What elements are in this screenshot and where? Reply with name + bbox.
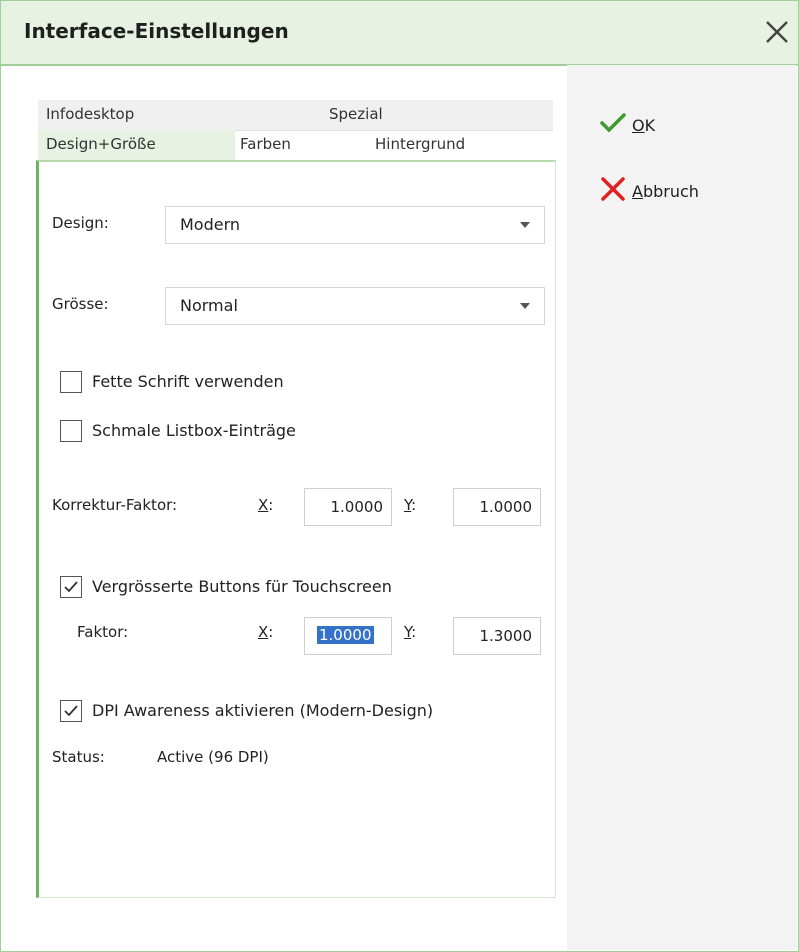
dpi-awareness-label: DPI Awareness aktivieren (Modern-Design) [92, 701, 434, 720]
correction-y-value: 1.0000 [479, 498, 533, 516]
touch-buttons-checkbox[interactable] [60, 576, 82, 598]
tab-infodesktop[interactable]: Infodesktop [46, 105, 134, 123]
touch-buttons-label: Vergrösserte Buttons für Touchscreen [92, 577, 392, 596]
status-label: Status: [52, 748, 105, 766]
correction-x-value: 1.0000 [330, 498, 384, 516]
size-value: Normal [180, 296, 238, 315]
design-label: Design: [52, 214, 109, 232]
tab-hintergrund[interactable]: Hintergrund [375, 135, 465, 153]
touch-x-value: 1.0000 [317, 626, 374, 644]
correction-factor-label: Korrektur-Faktor: [52, 496, 178, 514]
design-value: Modern [180, 215, 241, 234]
checkmark-icon [64, 705, 78, 717]
touch-x-label: X: [258, 623, 274, 641]
size-label: Grösse: [52, 295, 109, 313]
ok-mnemonic: O [632, 115, 645, 135]
correction-x-input[interactable]: 1.0000 [304, 488, 392, 526]
bold-font-label: Fette Schrift verwenden [92, 372, 284, 391]
dialog-title: Interface-Einstellungen [24, 19, 289, 43]
narrow-listbox-label: Schmale Listbox-Einträge [92, 421, 296, 440]
touch-factor-label: Faktor: [77, 623, 129, 641]
checkmark-icon [600, 112, 632, 138]
touch-x-input[interactable]: 1.0000 [304, 617, 392, 655]
cancel-button[interactable]: Abbruch [600, 176, 699, 206]
tab-spezial[interactable]: Spezial [329, 105, 383, 123]
ok-label-rest: K [644, 115, 656, 135]
size-dropdown[interactable]: Normal [165, 287, 545, 325]
tab-panel [36, 160, 556, 898]
status-value: Active (96 DPI) [157, 748, 269, 766]
narrow-listbox-checkbox[interactable] [60, 420, 82, 442]
bold-font-checkbox[interactable] [60, 371, 82, 393]
chevron-down-icon [520, 303, 530, 309]
correction-x-label: X: [258, 496, 274, 514]
close-x-icon [600, 176, 632, 206]
cancel-label-rest: bbruch [642, 181, 699, 201]
checkmark-icon [64, 581, 78, 593]
chevron-down-icon [520, 222, 530, 228]
correction-y-label: Y: [404, 496, 417, 514]
touch-y-input[interactable]: 1.3000 [453, 617, 541, 655]
title-bar: Interface-Einstellungen [1, 1, 798, 66]
tab-design-groesse[interactable]: Design+Größe [46, 135, 156, 153]
touch-y-label: Y: [404, 623, 417, 641]
touch-y-value: 1.3000 [479, 627, 533, 645]
correction-y-input[interactable]: 1.0000 [453, 488, 541, 526]
design-dropdown[interactable]: Modern [165, 206, 545, 244]
dpi-awareness-checkbox[interactable] [60, 700, 82, 722]
ok-button[interactable]: OK [600, 112, 655, 138]
cancel-mnemonic: A [632, 181, 643, 201]
tab-farben[interactable]: Farben [240, 135, 291, 153]
close-icon[interactable] [763, 18, 791, 46]
